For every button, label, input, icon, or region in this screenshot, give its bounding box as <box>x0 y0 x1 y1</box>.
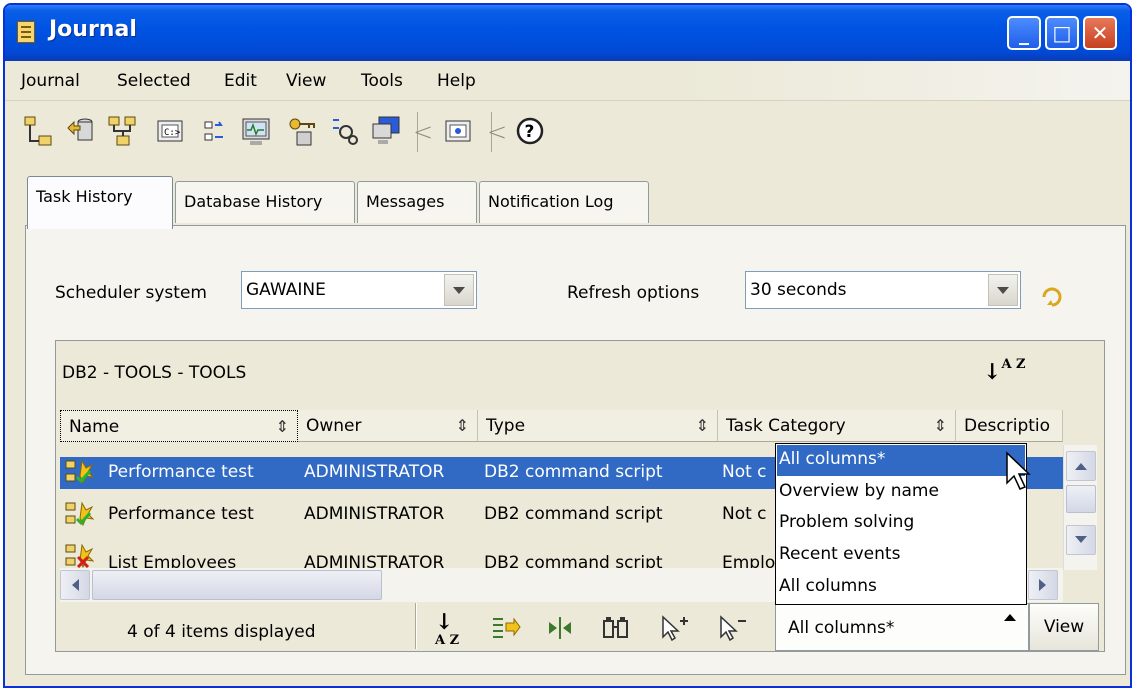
chevron-up-icon <box>1075 463 1087 470</box>
scroll-up-button[interactable] <box>1066 451 1096 481</box>
toolbar: C:> ? <box>5 102 1130 164</box>
toolbar-separator <box>487 112 507 152</box>
journal-icon[interactable] <box>371 114 401 148</box>
menu-help[interactable]: Help <box>437 71 476 91</box>
scroll-down-button[interactable] <box>1066 525 1096 555</box>
table-section-title: DB2 - TOOLS - TOOLS <box>62 363 247 383</box>
window-title: Journal <box>49 17 137 42</box>
command-editor-icon[interactable]: C:> <box>155 114 185 148</box>
license-center-icon[interactable] <box>287 114 317 148</box>
filter-icon[interactable] <box>491 615 521 641</box>
satellite-admin-icon[interactable] <box>107 114 137 148</box>
menu-tools[interactable]: Tools <box>361 71 403 91</box>
chevron-up-icon <box>1004 614 1016 621</box>
scroll-right-button[interactable] <box>1028 570 1058 600</box>
menu-journal[interactable]: Journal <box>21 71 80 91</box>
title-bar[interactable]: Journal _ □ ✕ <box>5 5 1130 61</box>
chevron-left-icon <box>72 579 79 591</box>
menu-selected[interactable]: Selected <box>117 71 191 91</box>
tab-database-history[interactable]: Database History <box>175 181 355 223</box>
scheduler-system-select[interactable]: GAWAINE <box>241 271 477 309</box>
development-center-icon[interactable] <box>329 114 359 148</box>
column-header-description[interactable]: Descriptio <box>956 410 1063 442</box>
view-option-problem-solving[interactable]: Problem solving <box>777 508 1025 539</box>
column-header-owner[interactable]: Owner ⇕ <box>298 410 478 442</box>
close-button[interactable]: ✕ <box>1083 16 1117 50</box>
sort-icon[interactable]: ↓A Z <box>435 609 465 647</box>
view-option-recent-events[interactable]: Recent events <box>777 540 1025 571</box>
journal-window: Journal _ □ ✕ Journal Selected Edit View… <box>3 3 1132 688</box>
refresh-options-select[interactable]: 30 seconds <box>745 271 1021 309</box>
tab-messages[interactable]: Messages <box>357 181 477 223</box>
sort-toggle-icon: ⇕ <box>455 416 469 435</box>
refresh-options-label: Refresh options <box>567 283 700 303</box>
menu-view[interactable]: View <box>286 71 326 91</box>
sort-toggle-icon: ⇕ <box>275 417 289 436</box>
journal-app-icon <box>17 21 35 43</box>
deselect-all-icon[interactable] <box>717 615 747 641</box>
column-header-name[interactable]: Name ⇕ <box>60 410 298 442</box>
menu-bar: Journal Selected Edit View Tools Help <box>5 61 1130 101</box>
sort-az-icon[interactable]: ↓A Z <box>983 358 1026 385</box>
chevron-down-icon[interactable] <box>444 274 474 306</box>
view-select[interactable]: All columns* <box>775 603 1029 651</box>
view-dropdown-menu: All columns* Overview by name Problem so… <box>775 443 1027 605</box>
svg-text:?: ? <box>525 122 535 142</box>
tab-notification-log[interactable]: Notification Log <box>479 181 649 223</box>
refresh-icon[interactable] <box>1038 283 1066 311</box>
task-success-icon <box>65 459 94 485</box>
column-header-task-category[interactable]: Task Category ⇕ <box>718 410 956 442</box>
view-option-all-columns-star[interactable]: All columns* <box>777 445 1025 476</box>
scroll-left-button[interactable] <box>60 570 90 600</box>
customize-columns-icon[interactable] <box>545 615 575 641</box>
chevron-down-icon[interactable] <box>988 274 1018 306</box>
vertical-scroll-thumb[interactable] <box>1066 485 1096 513</box>
view-option-all-columns[interactable]: All columns <box>777 572 1025 603</box>
task-center-icon[interactable] <box>201 114 231 148</box>
svg-text:C:>: C:> <box>164 128 181 138</box>
health-center-icon[interactable] <box>241 114 271 148</box>
replication-center-icon[interactable] <box>65 114 95 148</box>
maximize-button[interactable]: □ <box>1045 16 1079 50</box>
scheduler-system-label: Scheduler system <box>55 283 207 303</box>
menu-edit[interactable]: Edit <box>224 71 257 91</box>
status-divider <box>415 603 417 649</box>
view-button[interactable]: View <box>1029 603 1099 651</box>
mouse-cursor-icon <box>1006 451 1031 490</box>
horizontal-scroll-thumb[interactable] <box>92 570 382 600</box>
control-center-icon[interactable] <box>23 114 53 148</box>
item-count-text: 4 of 4 items displayed <box>127 622 316 642</box>
minimize-button[interactable]: _ <box>1007 16 1041 50</box>
sort-toggle-icon: ⇕ <box>933 416 947 435</box>
task-success-icon <box>65 501 94 527</box>
web-tools-icon[interactable] <box>443 114 473 148</box>
find-icon[interactable] <box>601 615 631 641</box>
select-all-icon[interactable] <box>659 615 689 641</box>
toolbar-separator <box>413 112 433 152</box>
help-icon[interactable]: ? <box>515 114 545 148</box>
task-failure-icon <box>65 543 94 568</box>
sort-toggle-icon: ⇕ <box>695 416 709 435</box>
tab-task-history[interactable]: Task History <box>27 176 173 229</box>
column-header-type[interactable]: Type ⇕ <box>478 410 718 442</box>
vertical-scrollbar[interactable] <box>1063 445 1097 570</box>
view-option-overview-by-name[interactable]: Overview by name <box>777 477 1025 508</box>
chevron-right-icon <box>1039 579 1046 591</box>
chevron-down-icon <box>1075 536 1087 543</box>
